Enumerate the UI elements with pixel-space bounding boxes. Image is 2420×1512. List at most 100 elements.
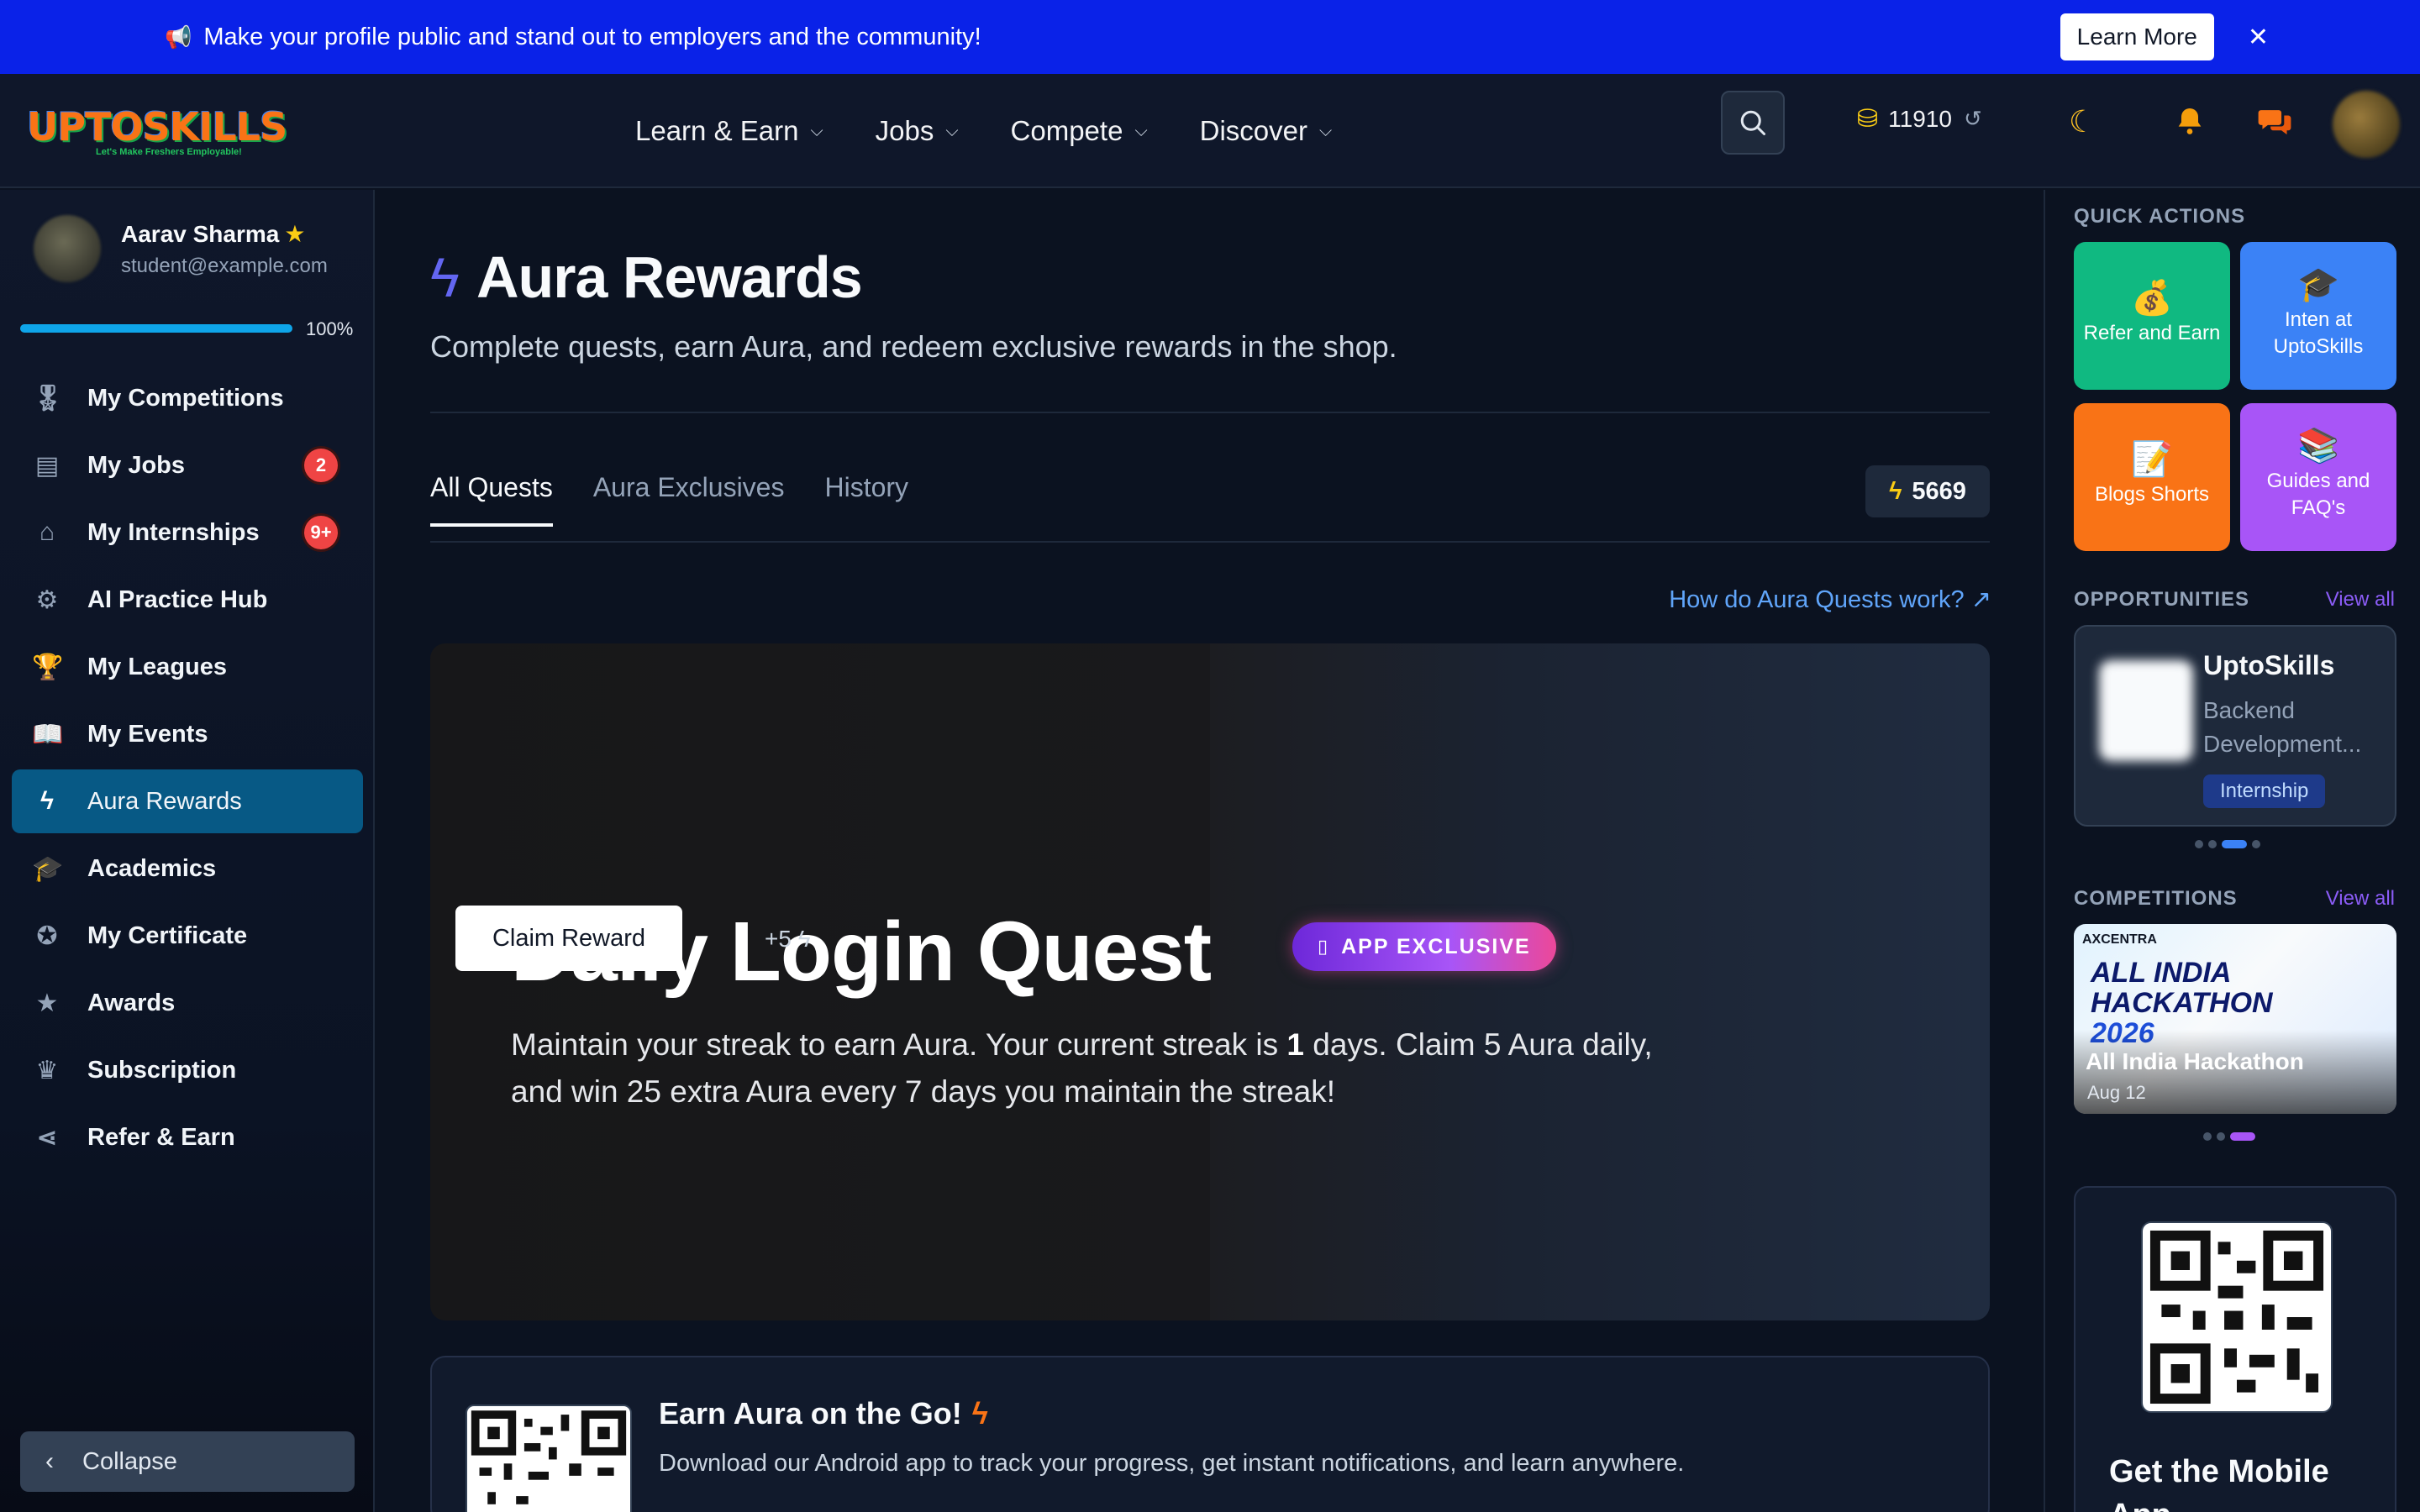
- sidebar-item-my-competitions[interactable]: 🎖 My Competitions: [12, 366, 363, 430]
- medal-icon: 🎖: [32, 384, 65, 412]
- claim-reward-button[interactable]: Claim Reward: [455, 906, 682, 971]
- sidebar-item-my-internships[interactable]: ⌂ My Internships 9+: [12, 501, 363, 564]
- reward-value: +5: [765, 926, 792, 952]
- sidebar-item-label: Awards: [87, 989, 176, 1016]
- sidebar-item-subscription[interactable]: ♛ Subscription: [12, 1038, 363, 1102]
- tile-label: Inten at UptoSkills: [2273, 308, 2364, 358]
- chevron-down-icon: ⌵: [1134, 121, 1148, 140]
- moon-icon[interactable]: ☾: [2069, 104, 2096, 139]
- bolt-icon: ϟ: [971, 1396, 988, 1431]
- chevron-down-icon: ⌵: [945, 121, 959, 140]
- page-title: ϟ Aura Rewards: [430, 244, 863, 311]
- quick-action-guides-faqs[interactable]: 📚 Guides and FAQ's: [2240, 403, 2396, 551]
- carousel-dot[interactable]: [2217, 1132, 2225, 1141]
- nav-compete[interactable]: Compete ⌵: [1011, 115, 1148, 147]
- chevron-down-icon: ⌵: [810, 121, 823, 140]
- qr-code-image: [2149, 1230, 2324, 1404]
- sidebar-item-my-jobs[interactable]: ▤ My Jobs 2: [12, 433, 363, 497]
- app-exclusive-badge: ▯ APP EXCLUSIVE: [1292, 922, 1556, 971]
- chevron-left-icon: ‹: [45, 1447, 54, 1475]
- competitions-view-all-link[interactable]: View all: [2326, 887, 2395, 911]
- coin-balance[interactable]: ⛁ 11910 ↺: [1857, 104, 1982, 134]
- refresh-icon[interactable]: ↺: [1964, 106, 1982, 132]
- user-profile[interactable]: Aarav Sharma ★ student@example.com: [34, 215, 328, 282]
- bolt-icon: ϟ: [40, 787, 54, 815]
- opportunity-card[interactable]: UptoSkills Backend Development... Intern…: [2074, 625, 2396, 827]
- quick-action-blogs-shorts[interactable]: 📝 Blogs Shorts: [2074, 403, 2230, 551]
- learn-more-button[interactable]: Learn More: [2060, 13, 2214, 60]
- sidebar-item-label: Academics: [87, 854, 217, 882]
- nav-discover[interactable]: Discover ⌵: [1200, 115, 1333, 147]
- megaphone-icon: 📢: [165, 24, 192, 50]
- sidebar-item-my-certificate[interactable]: ✪ My Certificate: [12, 904, 363, 968]
- nav-label: Learn & Earn: [635, 115, 799, 146]
- side-nav: 🎖 My Competitions ▤ My Jobs 2 ⌂ My Internshi…: [12, 366, 363, 1173]
- sidebar-item-label: My Jobs: [87, 451, 186, 479]
- go-card-description: Download our Android app to track your p…: [659, 1450, 1685, 1477]
- document-icon: 📝: [2131, 441, 2173, 478]
- sidebar-item-label: AI Practice Hub: [87, 585, 268, 613]
- chat-icon[interactable]: [2257, 104, 2292, 145]
- logo[interactable]: UPTOSKILLS Let's Make Freshers Employabl…: [27, 102, 287, 161]
- go-card-title: Earn Aura on the Go! ϟ: [659, 1396, 988, 1431]
- tile-label: Guides and FAQ's: [2266, 470, 2370, 519]
- tab-history[interactable]: History: [824, 472, 908, 527]
- opportunity-type-badge: Internship: [2203, 774, 2326, 808]
- search-button[interactable]: [1721, 91, 1785, 155]
- sidebar-item-awards[interactable]: ★ Awards: [12, 971, 363, 1035]
- carousel-dots: [2203, 1132, 2255, 1141]
- carousel-dots: [2195, 840, 2260, 848]
- sidebar-item-academics[interactable]: 🎓 Academics: [12, 837, 363, 900]
- sidebar-item-refer-earn[interactable]: ⋖ Refer & Earn: [12, 1105, 363, 1169]
- competitions-title: COMPETITIONS: [2074, 887, 2238, 910]
- quick-action-refer-earn[interactable]: 💰 Refer and Earn: [2074, 242, 2230, 390]
- quick-action-intern[interactable]: 🎓 Inten at UptoSkills: [2240, 242, 2396, 390]
- sidebar-item-aura-rewards[interactable]: ϟ Aura Rewards: [12, 769, 363, 833]
- divider: [430, 541, 1990, 543]
- book-icon: 📖: [32, 720, 64, 748]
- main-nav: Learn & Earn ⌵ Jobs ⌵ Compete ⌵ Discover ⌵: [635, 74, 1384, 188]
- nav-learn-earn[interactable]: Learn & Earn ⌵: [635, 115, 823, 147]
- sidebar-item-ai-practice-hub[interactable]: ⚙ AI Practice Hub: [12, 568, 363, 632]
- top-header: UPTOSKILLS Let's Make Freshers Employabl…: [0, 74, 2420, 188]
- sidebar-item-label: My Leagues: [87, 653, 227, 680]
- badge-label: APP EXCLUSIVE: [1341, 934, 1531, 958]
- main-content: ϟ Aura Rewards Complete quests, earn Aur…: [375, 190, 2044, 1512]
- carousel-dot[interactable]: [2195, 840, 2203, 848]
- sidebar-item-label: Refer & Earn: [87, 1123, 235, 1151]
- banner-line: HACKATHON: [2091, 987, 2273, 1019]
- carousel-dot[interactable]: [2208, 840, 2217, 848]
- carousel-dot-active[interactable]: [2230, 1132, 2255, 1141]
- carousel-dot[interactable]: [2203, 1132, 2212, 1141]
- logo-tagline: Let's Make Freshers Employable!: [96, 147, 242, 157]
- tab-all-quests[interactable]: All Quests: [430, 472, 553, 527]
- competition-card[interactable]: AXCENTRA ALL INDIA HACKATHON 2026 All In…: [2074, 924, 2396, 1114]
- tile-label: Refer and Earn: [2083, 322, 2221, 344]
- banner-message: Make your profile public and stand out t…: [203, 23, 981, 50]
- collapse-label: Collapse: [82, 1447, 177, 1475]
- bell-icon[interactable]: [2173, 104, 2207, 145]
- collapse-button[interactable]: ‹ Collapse: [20, 1431, 355, 1492]
- bolt-icon: ϟ: [430, 246, 460, 308]
- close-icon[interactable]: ✕: [2248, 23, 2269, 52]
- tab-aura-exclusives[interactable]: Aura Exclusives: [593, 472, 785, 527]
- divider: [430, 412, 1990, 413]
- how-aura-quests-work-link[interactable]: How do Aura Quests work? ↗: [1669, 585, 1991, 614]
- sidebar-item-my-events[interactable]: 📖 My Events: [12, 702, 363, 766]
- nav-jobs[interactable]: Jobs ⌵: [876, 115, 959, 147]
- opportunity-role: Backend Development...: [2203, 697, 2362, 757]
- sidebar-item-label: My Events: [87, 720, 208, 748]
- opportunities-view-all-link[interactable]: View all: [2326, 588, 2395, 612]
- crown-icon: ♛: [35, 1056, 59, 1084]
- competition-brand: AXCENTRA: [2082, 932, 2157, 947]
- carousel-dot[interactable]: [2252, 840, 2260, 848]
- graduation-cap-icon: 🎓: [32, 854, 64, 883]
- search-icon: [1740, 110, 1765, 135]
- progress-fill: [20, 324, 292, 333]
- sidebar-item-my-leagues[interactable]: 🏆 My Leagues: [12, 635, 363, 699]
- avatar[interactable]: [2333, 91, 2400, 158]
- company-logo: [2099, 660, 2193, 761]
- sidebar-item-label: Aura Rewards: [87, 787, 242, 815]
- carousel-dot-active[interactable]: [2222, 840, 2247, 848]
- qr-code-image: [471, 1410, 627, 1504]
